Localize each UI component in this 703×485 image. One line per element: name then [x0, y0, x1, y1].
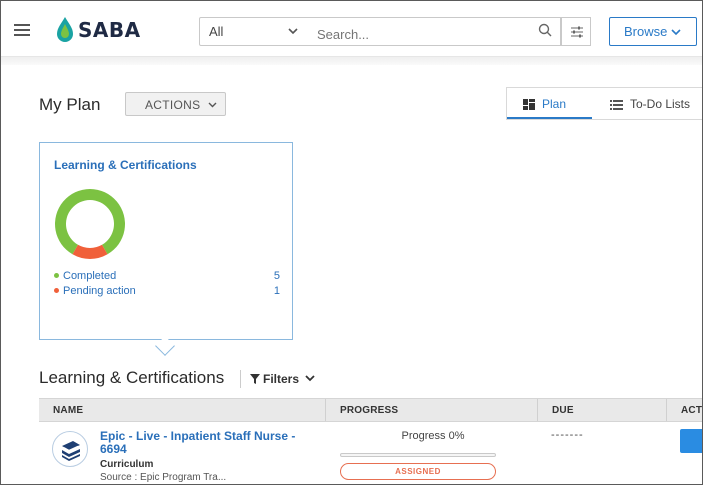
header-shadow: [1, 57, 702, 65]
chevron-down-icon: [288, 26, 298, 38]
tab-todo-lists[interactable]: To-Do Lists: [593, 88, 702, 119]
legend-label-pending: Pending action: [63, 285, 136, 297]
card-title: Learning & Certifications: [54, 158, 197, 172]
actions-button[interactable]: ACTIONS: [125, 92, 226, 116]
logo-text: SABA: [78, 18, 141, 42]
chevron-down-icon: [305, 375, 315, 382]
table-header: NAME PROGRESS DUE ACTI: [39, 398, 702, 422]
chevron-down-icon: [208, 102, 217, 108]
page-title: My Plan: [39, 95, 101, 114]
search-icon[interactable]: [538, 23, 552, 37]
tab-plan-label: Plan: [542, 97, 567, 111]
legend-count-pending: 1: [273, 285, 280, 297]
legend-dot-completed: [54, 273, 59, 278]
legend-dot-pending: [54, 288, 59, 293]
donut-slice-pending[interactable]: [72, 244, 108, 259]
progress-text: Progress 0%: [401, 430, 465, 442]
due-date: -------: [551, 429, 584, 441]
saba-logo-icon: [57, 17, 73, 42]
table-row: Epic - Live - Inpatient Staff Nurse - 66…: [39, 422, 702, 484]
legend-count-completed: 5: [273, 270, 280, 282]
search-input[interactable]: [308, 17, 561, 46]
course-title-link[interactable]: Epic - Live - Inpatient Staff Nurse - 66…: [100, 430, 305, 456]
sliders-icon: [571, 26, 583, 38]
search-scope-select[interactable]: All: [199, 17, 309, 46]
hamburger-menu-icon[interactable]: [14, 24, 30, 36]
course-type: Curriculum: [100, 459, 154, 470]
section-title: Learning & Certifications: [39, 368, 225, 387]
course-source: Source : Epic Program Tra...: [100, 472, 227, 483]
books-icon: [62, 441, 80, 461]
dashboard-icon: [523, 99, 535, 110]
filters-label: Filters: [263, 372, 300, 386]
legend-label-completed: Completed: [63, 270, 117, 282]
legend-completed[interactable]: Completed 5: [54, 270, 280, 284]
legend-pending[interactable]: Pending action 1: [54, 285, 280, 299]
browse-label: Browse: [624, 24, 668, 39]
search-scope-value: All: [209, 24, 224, 39]
app-window: SABA All Browse My Plan ACTION: [0, 0, 703, 485]
column-header-progress[interactable]: PROGRESS: [326, 399, 538, 421]
progress-bar: [340, 453, 496, 457]
donut-slice-completed[interactable]: [55, 189, 125, 255]
view-tabs: Plan To-Do Lists: [506, 87, 702, 120]
learning-summary-card[interactable]: Learning & Certifications Completed 5 Pe…: [39, 142, 293, 340]
section-divider: [240, 370, 241, 388]
saba-logo[interactable]: SABA: [55, 15, 141, 45]
browse-button[interactable]: Browse: [609, 17, 697, 46]
column-header-due[interactable]: DUE: [538, 399, 667, 421]
column-header-name[interactable]: NAME: [39, 399, 326, 421]
filters-button[interactable]: Filters: [250, 372, 318, 386]
progress-donut-chart: [55, 189, 125, 259]
chevron-down-icon: [671, 27, 681, 39]
status-badge: ASSIGNED: [340, 463, 496, 480]
top-bar: SABA All Browse: [1, 1, 702, 57]
funnel-icon: [250, 374, 260, 384]
tab-todo-label: To-Do Lists: [630, 97, 691, 111]
column-header-action[interactable]: ACTI: [667, 399, 702, 421]
tab-plan[interactable]: Plan: [507, 88, 592, 119]
curriculum-icon: [52, 431, 88, 467]
list-icon: [610, 100, 623, 110]
search-filter-button[interactable]: [561, 17, 591, 46]
actions-label: ACTIONS: [145, 98, 201, 112]
row-action-button[interactable]: [680, 429, 702, 453]
